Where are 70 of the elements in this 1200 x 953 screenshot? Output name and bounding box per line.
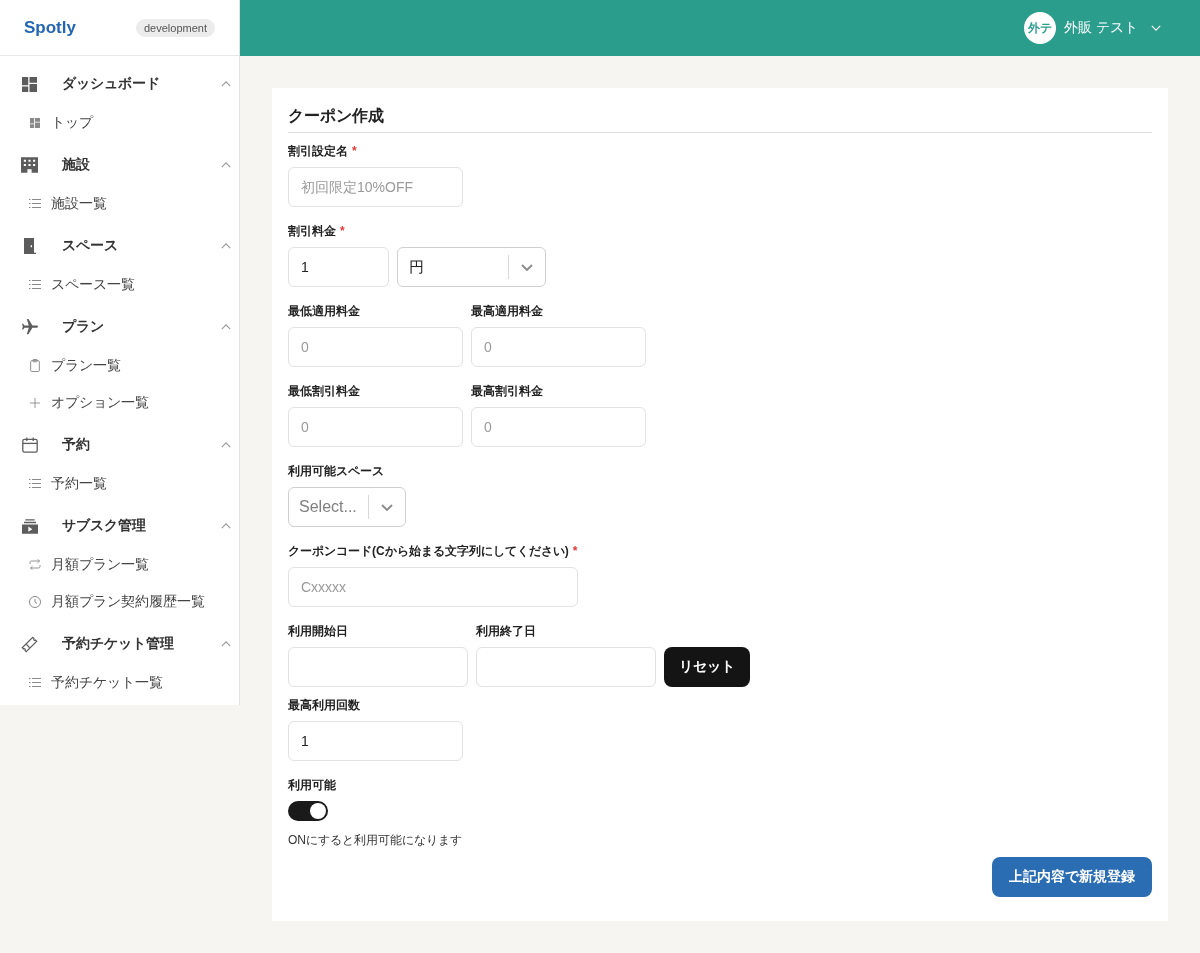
calendar-icon xyxy=(21,437,38,453)
sidebar-link[interactable]: プラン一覧 xyxy=(0,347,239,384)
submit-button[interactable]: 上記内容で新規登録 xyxy=(992,857,1152,897)
required-mark: * xyxy=(572,543,578,560)
field-label: 割引設定名 xyxy=(288,143,348,160)
app-logo[interactable]: Spotly xyxy=(24,17,76,38)
chevron-down-icon xyxy=(1151,25,1161,31)
required-mark: * xyxy=(340,223,345,240)
sidebar-section[interactable]: ダッシュボード xyxy=(0,64,239,104)
input-field[interactable]: 1 xyxy=(288,721,463,761)
building-icon xyxy=(21,157,38,173)
chevron-down-icon xyxy=(521,263,533,271)
sidebar-section[interactable]: 予約 xyxy=(0,425,239,465)
list-icon xyxy=(29,199,41,208)
field-label: 最低適用料金 xyxy=(288,303,360,320)
field-label: 最高利用回数 xyxy=(288,697,360,714)
sidebar-link[interactable]: 施設一覧 xyxy=(0,185,239,222)
ticket-icon xyxy=(21,635,38,653)
field-label: 割引料金 xyxy=(288,223,336,240)
dashboard-icon xyxy=(22,76,37,92)
field-label: 最低割引料金 xyxy=(288,383,360,400)
reset-button[interactable]: リセット xyxy=(664,647,750,687)
sidebar-link[interactable]: トップ xyxy=(0,104,239,141)
clipboard-icon xyxy=(30,359,40,372)
toggle-switch[interactable] xyxy=(288,801,328,821)
form-title: クーポン作成 xyxy=(288,104,1152,133)
subscriptions-icon xyxy=(21,518,38,534)
input-field[interactable]: 0 xyxy=(288,407,463,447)
dashboard-icon xyxy=(30,117,40,128)
sidebar-link[interactable]: 予約チケット一覧 xyxy=(0,664,239,701)
list-icon xyxy=(29,479,41,488)
field-label: 最高適用料金 xyxy=(471,303,543,320)
repeat-icon xyxy=(29,559,41,570)
select-field[interactable]: 円 xyxy=(397,247,546,287)
airplane-icon xyxy=(21,319,38,335)
field-label: 利用終了日 xyxy=(476,623,536,640)
sidebar-section[interactable]: 予約チケット管理 xyxy=(0,624,239,664)
environment-badge: development xyxy=(136,18,215,37)
sidebar-link[interactable]: オプション一覧 xyxy=(0,384,239,421)
sidebar-link[interactable]: スペース一覧 xyxy=(0,266,239,303)
chevron-down-icon xyxy=(381,503,393,511)
input-field[interactable]: 初回限定10%OFF xyxy=(288,167,463,207)
help-text: ONにすると利用可能になります xyxy=(288,832,463,849)
input-field[interactable]: 0 xyxy=(288,327,463,367)
sidebar-section[interactable]: スペース xyxy=(0,226,239,266)
field-label: 利用開始日 xyxy=(288,623,348,640)
required-mark: * xyxy=(352,143,357,160)
sidebar-section[interactable]: サブスク管理 xyxy=(0,506,239,546)
input-field[interactable]: 0 xyxy=(471,327,646,367)
select-field[interactable]: Select... xyxy=(288,487,406,527)
date-field[interactable] xyxy=(476,647,656,687)
sidebar-link[interactable]: 月額プラン契約履歴一覧 xyxy=(0,583,239,620)
door-icon xyxy=(23,238,36,254)
list-icon xyxy=(29,678,41,687)
sidebar-section[interactable]: 施設 xyxy=(0,145,239,185)
user-avatar: 外テ xyxy=(1024,12,1057,44)
sidebar-section[interactable]: プラン xyxy=(0,307,239,347)
field-label: 最高割引料金 xyxy=(471,383,543,400)
list-icon xyxy=(29,280,41,289)
field-label: 利用可能 xyxy=(288,777,336,794)
date-field[interactable] xyxy=(288,647,468,687)
sidebar-link[interactable]: 月額プラン一覧 xyxy=(0,546,239,583)
input-field[interactable]: Cxxxxx xyxy=(288,567,578,607)
input-field[interactable]: 1 xyxy=(288,247,389,287)
field-label: 利用可能スペース xyxy=(288,463,384,480)
sidebar-link[interactable]: 予約一覧 xyxy=(0,465,239,502)
plus-icon xyxy=(30,397,40,408)
clock-icon xyxy=(29,595,41,608)
field-label: クーポンコード(Cから始まる文字列にしてください) xyxy=(288,543,569,560)
input-field[interactable]: 0 xyxy=(471,407,646,447)
